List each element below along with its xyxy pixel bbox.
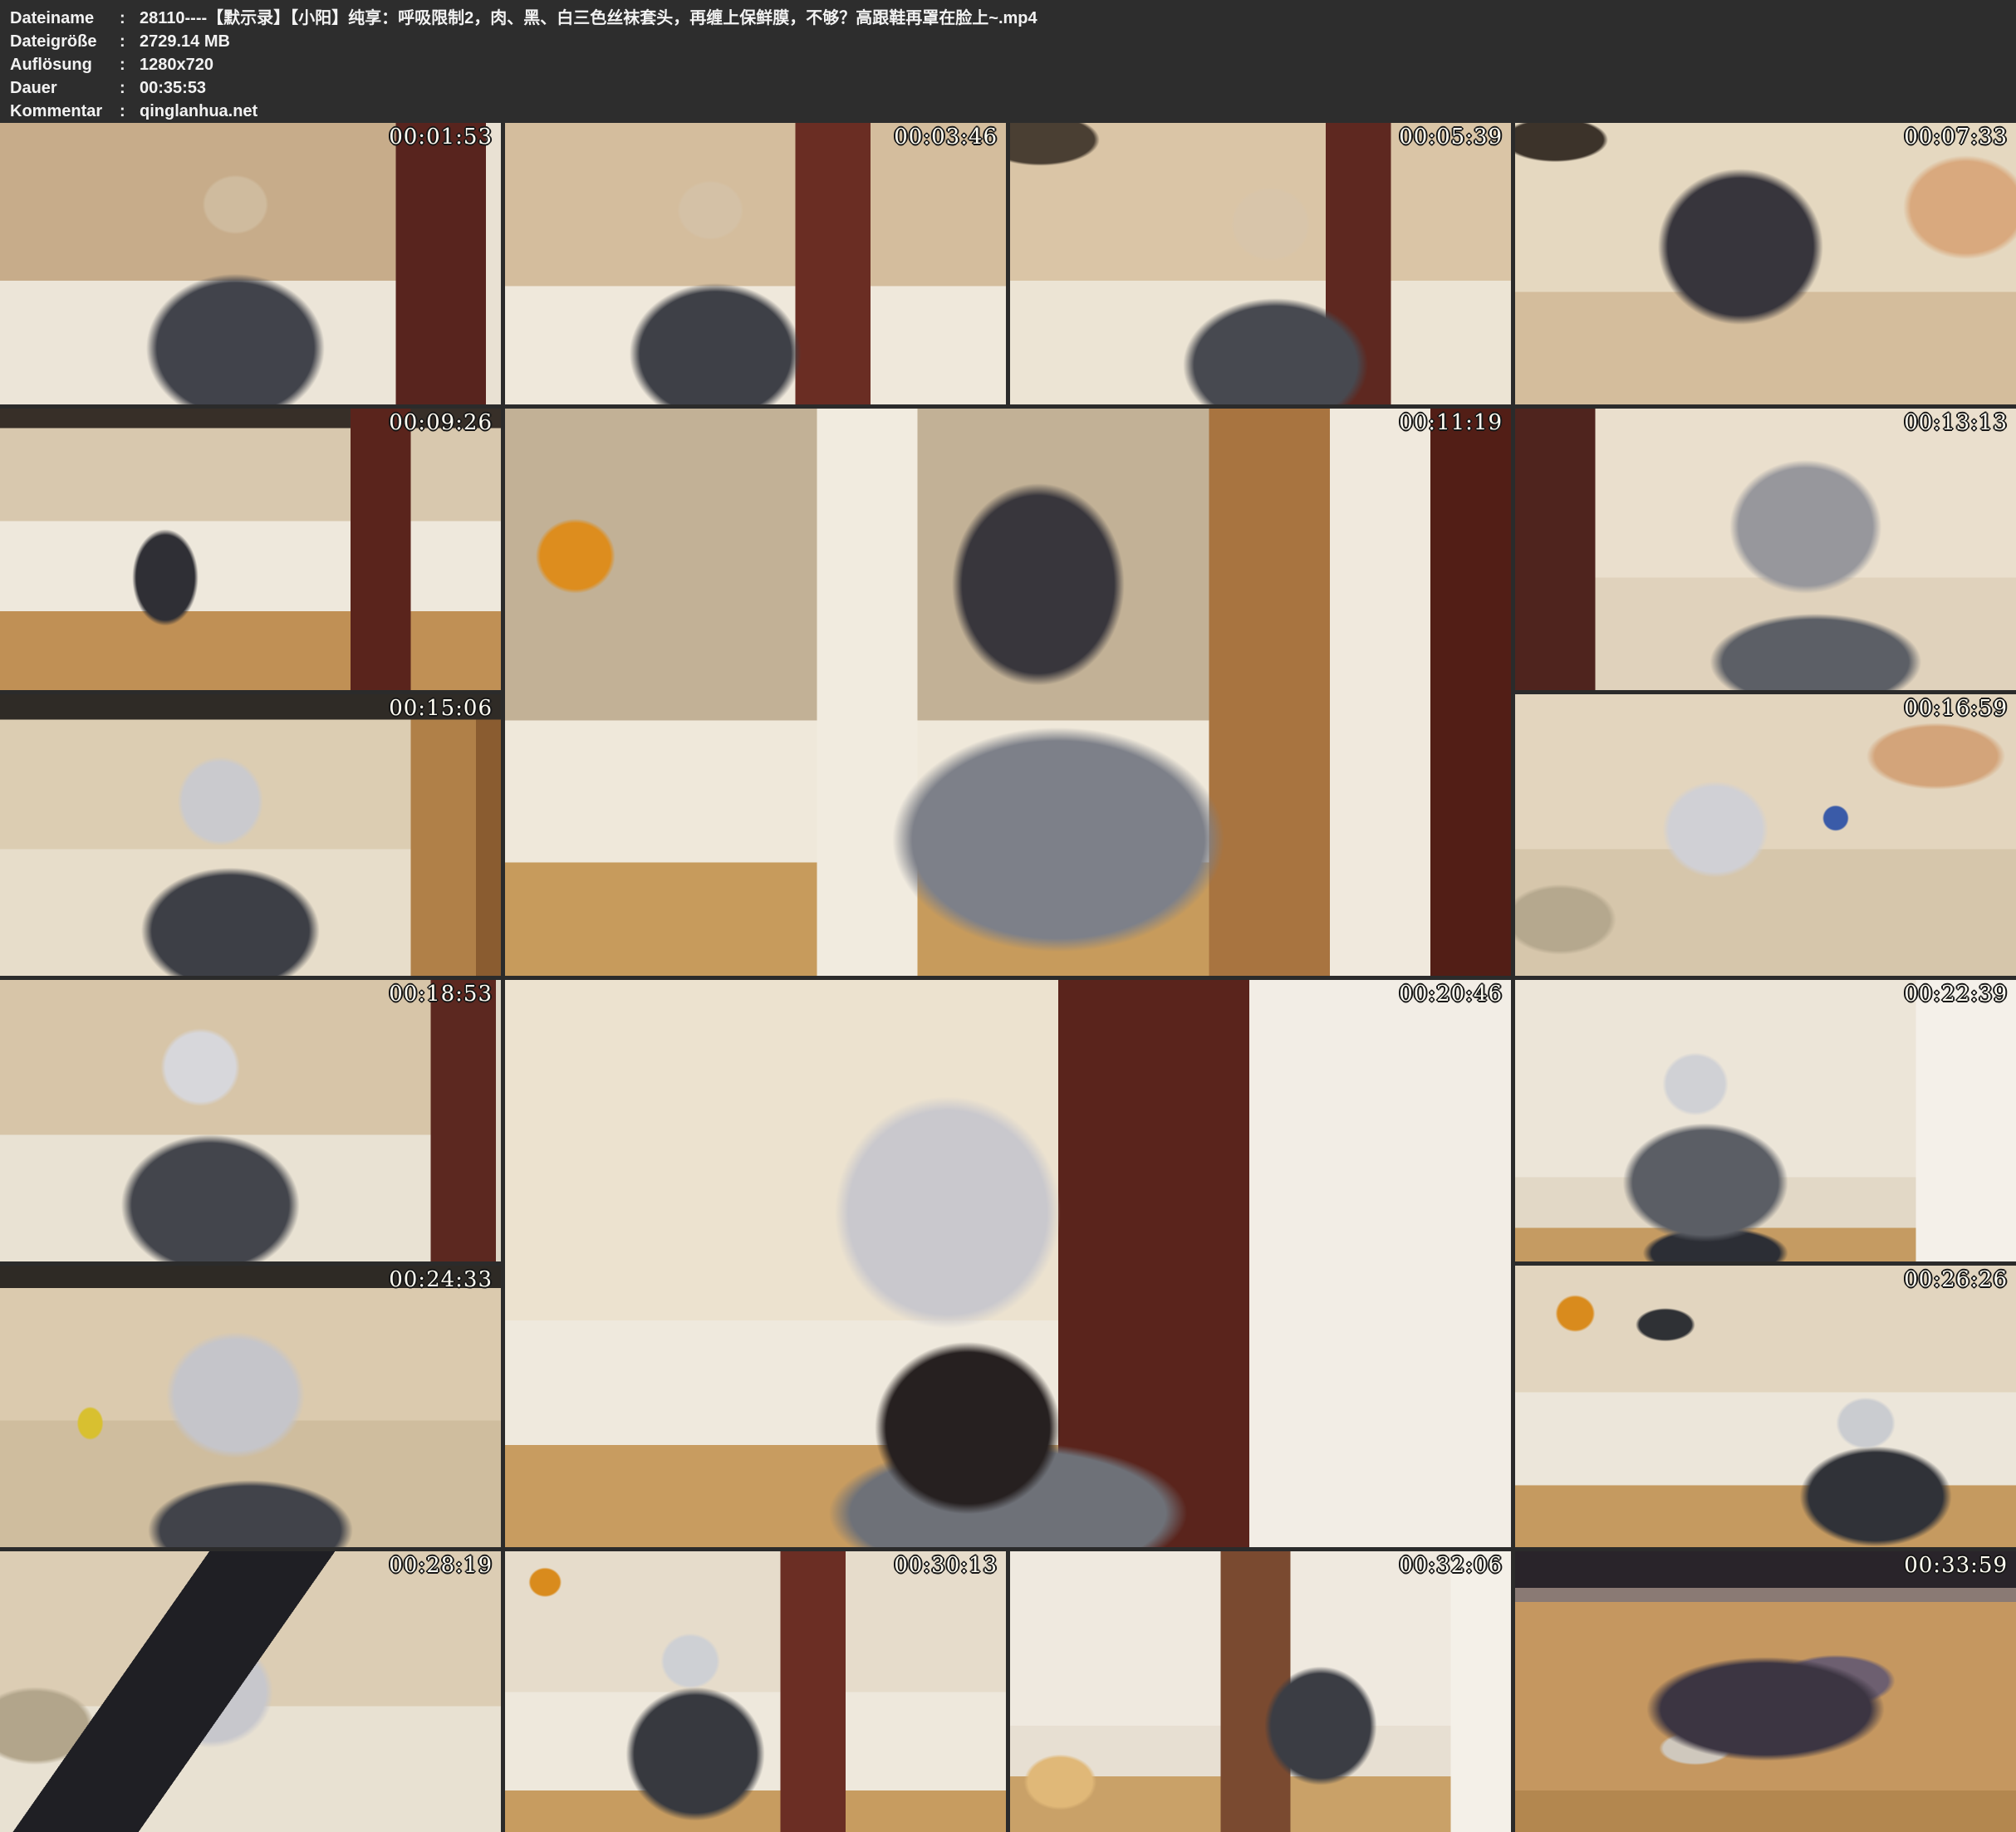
- file-size-value: 2729.14 MB: [140, 30, 2016, 53]
- field-separator: :: [120, 7, 140, 30]
- video-thumbnail-9[interactable]: 00:16:59: [1515, 694, 2016, 976]
- video-thumbnail-2[interactable]: 00:03:46: [505, 123, 1006, 404]
- thumbnail-timestamp: 00:01:53: [389, 125, 493, 149]
- thumbnail-timestamp: 00:05:39: [1399, 125, 1503, 149]
- contact-sheet-page: { "page": { "background": "#2b2b2b", "he…: [0, 0, 2016, 1832]
- video-thumbnail-11-large[interactable]: 00:20:46: [505, 980, 1511, 1547]
- thumbnail-timestamp: 00:32:06: [1399, 1553, 1503, 1578]
- video-thumbnail-16[interactable]: 00:30:13: [505, 1551, 1006, 1832]
- field-label: Auflösung: [10, 53, 120, 76]
- thumbnail-timestamp: 00:20:46: [1399, 982, 1503, 1007]
- field-separator: :: [120, 30, 140, 53]
- thumbnail-timestamp: 00:33:59: [1904, 1553, 2008, 1578]
- video-thumbnail-10[interactable]: 00:18:53: [0, 980, 501, 1261]
- file-name-value: 28110----【默示录】【小阳】纯享：呼吸限制2，肉、黑、白三色丝袜套头，再…: [140, 7, 2016, 30]
- video-thumbnail-4[interactable]: 00:07:33: [1515, 123, 2016, 404]
- video-thumbnail-5[interactable]: 00:09:26: [0, 409, 501, 690]
- thumbnail-timestamp: 00:15:06: [389, 696, 493, 721]
- video-thumbnail-6-large[interactable]: 00:11:19: [505, 409, 1511, 976]
- video-thumbnail-7[interactable]: 00:13:13: [1515, 409, 2016, 690]
- thumbnail-timestamp: 00:30:13: [894, 1553, 998, 1578]
- meta-row-dauer: Dauer:00:35:53: [10, 76, 2016, 100]
- video-thumbnail-17[interactable]: 00:32:06: [1010, 1551, 1511, 1832]
- thumbnail-timestamp: 00:22:39: [1904, 982, 2008, 1007]
- comment-value: qinglanhua.net: [140, 100, 2016, 123]
- field-separator: :: [120, 100, 140, 123]
- thumbnail-timestamp: 00:09:26: [389, 410, 493, 435]
- meta-row-kommentar: Kommentar:qinglanhua.net: [10, 100, 2016, 123]
- meta-row-dateiname: Dateiname:28110----【默示录】【小阳】纯享：呼吸限制2，肉、黑…: [10, 7, 2016, 30]
- thumbnail-timestamp: 00:24:33: [389, 1267, 493, 1292]
- resolution-value: 1280x720: [140, 53, 2016, 76]
- field-separator: :: [120, 76, 140, 100]
- duration-value: 00:35:53: [140, 76, 2016, 100]
- thumbnail-timestamp: 00:16:59: [1904, 696, 2008, 721]
- video-thumbnail-15[interactable]: 00:28:19: [0, 1551, 501, 1832]
- field-label: Kommentar: [10, 100, 120, 123]
- thumbnail-grid: 00:01:53 00:03:46 00:05:39 00:07:33 00:0…: [0, 123, 2016, 1832]
- video-thumbnail-13[interactable]: 00:24:33: [0, 1266, 501, 1547]
- video-thumbnail-12[interactable]: 00:22:39: [1515, 980, 2016, 1261]
- field-label: Dauer: [10, 76, 120, 100]
- thumbnail-timestamp: 00:13:13: [1904, 410, 2008, 435]
- field-label: Dateiname: [10, 7, 120, 30]
- thumbnail-timestamp: 00:28:19: [389, 1553, 493, 1578]
- thumbnail-timestamp: 00:07:33: [1904, 125, 2008, 149]
- file-metadata-header: Dateiname:28110----【默示录】【小阳】纯享：呼吸限制2，肉、黑…: [0, 0, 2016, 123]
- video-thumbnail-1[interactable]: 00:01:53: [0, 123, 501, 404]
- thumbnail-timestamp: 00:18:53: [389, 982, 493, 1007]
- thumbnail-timestamp: 00:03:46: [894, 125, 998, 149]
- meta-row-dateigroesse: Dateigröße:2729.14 MB: [10, 30, 2016, 53]
- video-thumbnail-18[interactable]: 00:33:59: [1515, 1551, 2016, 1832]
- video-thumbnail-14[interactable]: 00:26:26: [1515, 1266, 2016, 1547]
- thumbnail-timestamp: 00:26:26: [1904, 1267, 2008, 1292]
- video-thumbnail-8[interactable]: 00:15:06: [0, 694, 501, 976]
- video-thumbnail-3[interactable]: 00:05:39: [1010, 123, 1511, 404]
- field-separator: :: [120, 53, 140, 76]
- field-label: Dateigröße: [10, 30, 120, 53]
- thumbnail-timestamp: 00:11:19: [1399, 410, 1503, 435]
- meta-row-aufloesung: Auflösung:1280x720: [10, 53, 2016, 76]
